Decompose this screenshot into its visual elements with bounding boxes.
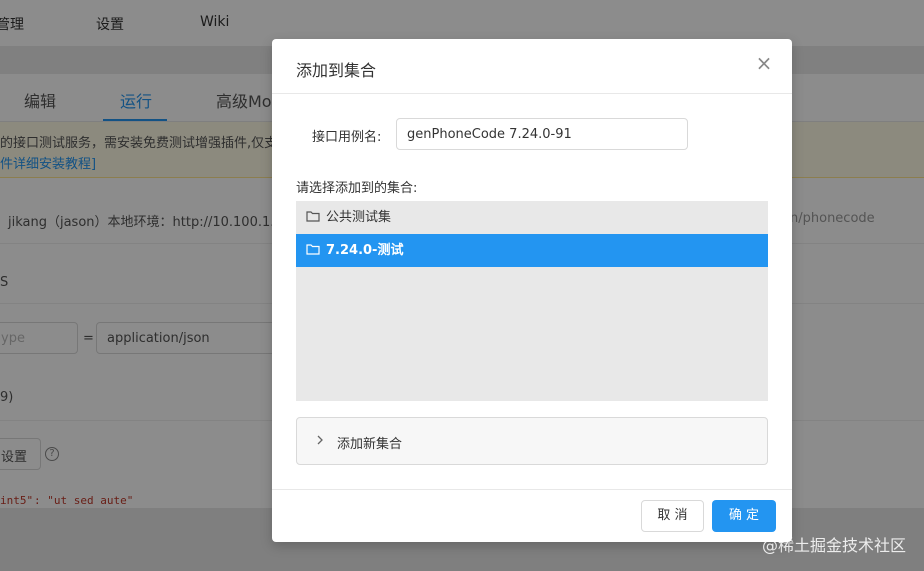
folder-icon	[306, 244, 320, 255]
chevron-right-icon	[317, 435, 323, 445]
close-icon[interactable]: ×	[754, 53, 774, 73]
ok-button[interactable]: 确 定	[712, 500, 776, 532]
add-new-collection-label: 添加新集合	[337, 437, 403, 452]
collection-item-7-24-0[interactable]: 7.24.0-测试	[296, 234, 768, 267]
cancel-button[interactable]: 取 消	[641, 500, 704, 532]
case-name-label: 接口用例名:	[312, 130, 382, 145]
collection-list: 公共测试集 7.24.0-测试	[296, 201, 768, 401]
add-new-collection-panel[interactable]: 添加新集合	[296, 417, 768, 465]
add-to-collection-modal: 添加到集合 × 接口用例名: 请选择添加到的集合: 公共测试集 7.24.0-测…	[272, 39, 792, 542]
watermark: @稀土掘金技术社区	[761, 536, 906, 555]
collection-item-public[interactable]: 公共测试集	[296, 201, 768, 234]
footer-divider	[272, 489, 792, 490]
collection-item-label: 7.24.0-测试	[326, 243, 404, 258]
modal-title: 添加到集合	[296, 61, 377, 80]
collection-item-label: 公共测试集	[326, 210, 392, 225]
case-name-input[interactable]	[396, 118, 688, 150]
folder-icon	[306, 211, 320, 222]
select-collection-label: 请选择添加到的集合:	[296, 181, 418, 196]
header-divider	[272, 93, 792, 94]
